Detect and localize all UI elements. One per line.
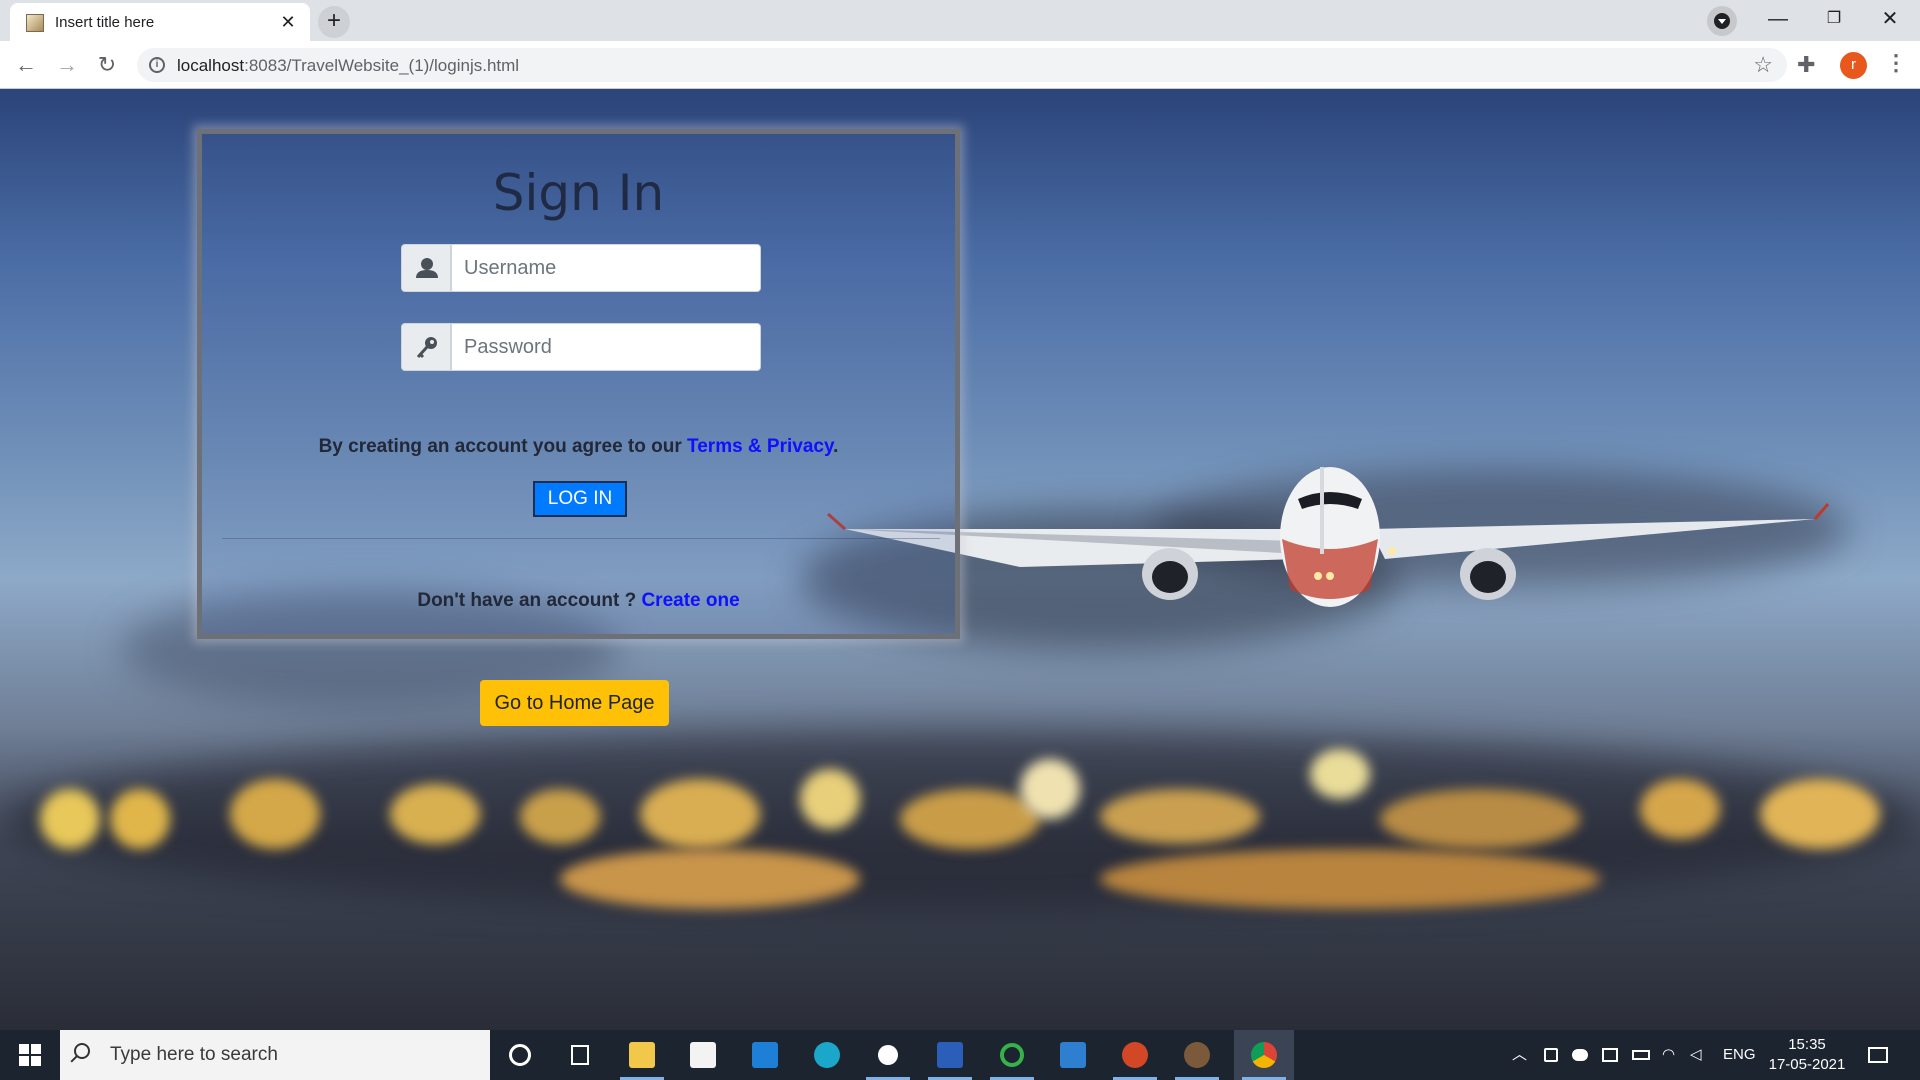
page-background: Sign In By creating an xyxy=(0,89,1920,1030)
notifications-icon[interactable] xyxy=(1868,1047,1888,1063)
browser-menu-icon[interactable]: ⋮ xyxy=(1885,50,1907,76)
browser-toolbar: ← → ↻ i localhost:8083/TravelWebsite_(1)… xyxy=(0,41,1920,89)
language-indicator[interactable]: ENG xyxy=(1723,1030,1756,1080)
photos-icon[interactable] xyxy=(1043,1030,1103,1080)
home-page-button[interactable]: Go to Home Page xyxy=(480,680,669,726)
left-engine-intake xyxy=(1152,561,1188,593)
terms-text: By creating an account you agree to our … xyxy=(202,436,955,458)
password-input-group xyxy=(401,323,761,371)
media-control-icon[interactable] xyxy=(1707,6,1737,36)
windows-start-icon[interactable] xyxy=(0,1030,60,1080)
reload-icon[interactable]: ↻ xyxy=(91,49,123,81)
landing-light xyxy=(1326,572,1334,580)
meet-now-icon[interactable] xyxy=(1544,1048,1558,1062)
username-input-group xyxy=(401,244,761,292)
taskbar-search-placeholder: Type here to search xyxy=(110,1044,278,1065)
clock-date: 17-05-2021 xyxy=(1768,1056,1846,1073)
clock-time: 15:35 xyxy=(1788,1036,1826,1053)
search-icon xyxy=(74,1043,90,1059)
page-favicon-icon xyxy=(26,14,44,32)
username-input[interactable] xyxy=(451,244,761,292)
mail-icon[interactable] xyxy=(735,1030,795,1080)
login-button[interactable]: LOG IN xyxy=(533,481,627,517)
signup-prefix: Don't have an account ? xyxy=(417,590,642,611)
terms-prefix: By creating an account you agree to our xyxy=(318,436,688,457)
edge-icon[interactable] xyxy=(797,1030,857,1080)
right-wingtip xyxy=(1813,503,1830,520)
landing-light xyxy=(1314,572,1322,580)
right-wing xyxy=(1370,519,1815,559)
user-icon xyxy=(401,244,451,292)
login-card: Sign In By creating an xyxy=(197,129,960,639)
site-info-icon[interactable]: i xyxy=(149,57,165,73)
signup-text: Don't have an account ? Create one xyxy=(202,590,955,612)
terms-privacy-link[interactable]: Terms & Privacy xyxy=(687,436,833,457)
battery-icon[interactable] xyxy=(1632,1050,1650,1060)
key-icon xyxy=(401,323,451,371)
onedrive-icon[interactable] xyxy=(1572,1049,1588,1061)
store-icon[interactable] xyxy=(673,1030,733,1080)
forward-arrow-icon[interactable]: → xyxy=(51,49,83,81)
file-explorer-icon[interactable] xyxy=(612,1030,672,1080)
address-bar[interactable]: i localhost:8083/TravelWebsite_(1)/login… xyxy=(137,48,1787,82)
cortana-icon[interactable] xyxy=(490,1030,550,1080)
browser-tab[interactable]: Insert title here ✕ xyxy=(10,3,310,41)
restore-button[interactable]: ❐ xyxy=(1806,0,1862,40)
green-app-icon[interactable] xyxy=(982,1030,1042,1080)
password-input[interactable] xyxy=(451,323,761,371)
bookmark-star-icon[interactable]: ☆ xyxy=(1753,52,1773,78)
show-hidden-icons-chevron-icon[interactable]: ︿ xyxy=(1512,1030,1527,1080)
right-engine-intake xyxy=(1470,561,1506,593)
tab-close-icon[interactable]: ✕ xyxy=(276,10,300,34)
windows-taskbar: Type here to search ︿ ◠ ◁ ENG 15:35 17-0… xyxy=(0,1030,1920,1080)
network-sync-icon[interactable] xyxy=(1602,1048,1618,1062)
terms-suffix: . xyxy=(833,436,839,457)
powerpoint-icon[interactable] xyxy=(1105,1030,1165,1080)
url-text[interactable]: localhost:8083/TravelWebsite_(1)/loginjs… xyxy=(177,56,519,76)
chrome-icon[interactable] xyxy=(1234,1030,1294,1080)
create-account-link[interactable]: Create one xyxy=(641,590,739,611)
close-window-button[interactable]: ✕ xyxy=(1862,0,1918,40)
landing-light xyxy=(1388,547,1396,555)
extensions-puzzle-icon[interactable]: ✚ xyxy=(1797,52,1815,78)
profile-avatar[interactable]: r xyxy=(1840,52,1867,79)
back-arrow-icon[interactable]: ← xyxy=(10,49,42,81)
new-tab-button[interactable]: + xyxy=(318,6,350,38)
taskbar-clock[interactable]: 15:35 17-05-2021 xyxy=(1762,1035,1852,1075)
minimize-button[interactable]: — xyxy=(1750,0,1806,40)
word-icon[interactable] xyxy=(920,1030,980,1080)
volume-icon[interactable]: ◁ xyxy=(1690,1030,1702,1080)
settings-gear-icon[interactable] xyxy=(858,1030,918,1080)
browser-tab-strip: Insert title here ✕ + — ❐ ✕ xyxy=(0,0,1920,41)
wifi-icon[interactable]: ◠ xyxy=(1662,1030,1675,1080)
gear-app-icon[interactable] xyxy=(1167,1030,1227,1080)
taskbar-search-box[interactable]: Type here to search xyxy=(60,1030,490,1080)
tab-title: Insert title here xyxy=(55,14,155,31)
card-divider xyxy=(222,538,940,539)
task-view-icon[interactable] xyxy=(550,1030,610,1080)
page-title: Sign In xyxy=(492,164,665,222)
